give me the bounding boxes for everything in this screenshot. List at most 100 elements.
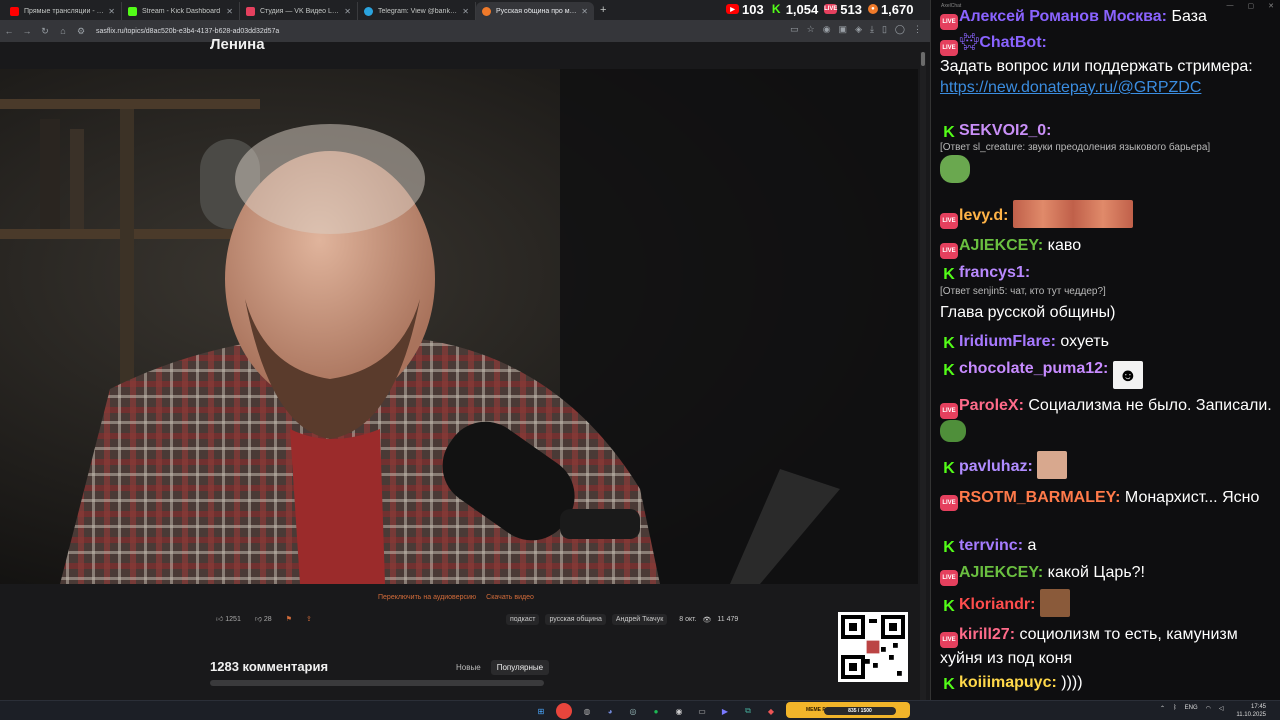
bluetooth-icon[interactable]: ᛒ <box>1173 705 1177 712</box>
sort-new-button[interactable]: Новые <box>450 660 487 675</box>
pepe-emote <box>940 420 966 442</box>
chrome-icon[interactable] <box>556 703 572 719</box>
close-icon[interactable]: ✕ <box>226 7 233 16</box>
app-icon[interactable]: ◆ <box>763 703 779 719</box>
volume-icon[interactable]: ◁ <box>1219 705 1224 712</box>
close-icon[interactable]: ✕ <box>581 7 588 16</box>
tab-vk[interactable]: Студия — VK Видео Live ✕ <box>240 2 358 20</box>
windows-start-icon[interactable]: ⊞ <box>533 703 549 719</box>
tab-youtube[interactable]: Прямые трансляции - YouTube✕ <box>4 2 122 20</box>
chat-username: IridiumFlare: <box>959 333 1056 350</box>
chat-message: Kfrancys1: [Ответ senjin5: чат, кто тут … <box>940 262 1274 323</box>
back-icon[interactable]: ← <box>0 26 18 36</box>
close-icon[interactable]: ✕ <box>108 7 115 16</box>
app-icon[interactable]: ◍ <box>579 703 595 719</box>
video-player[interactable] <box>0 69 918 584</box>
close-icon[interactable]: ✕ <box>462 7 469 16</box>
download-icon[interactable]: ⤓ <box>870 24 874 35</box>
chat-message: LIVE levy.d: <box>940 200 1274 229</box>
like-count: 1251 <box>225 616 241 623</box>
tab-label: Прямые трансляции - YouTube <box>24 7 105 15</box>
chat-message: K SEKVOI2_0: [Ответ sl_creature: звуки пр… <box>940 120 1274 183</box>
chat-message: Kpavluhaz: <box>940 451 1274 479</box>
tab-label: Студия — VK Видео Live <box>260 7 341 15</box>
robot-icon: 👾︎ <box>959 34 980 51</box>
youtube-icon: ▶ <box>726 4 739 14</box>
bookmark-star-icon[interactable]: ☆ <box>807 24 815 35</box>
live-icon: LIVE <box>940 40 958 56</box>
extension-icon[interactable]: ▣ <box>839 24 848 35</box>
wifi-icon[interactable]: ◠ <box>1206 705 1211 712</box>
meme-party-widget: MEME PARTY 835 / 1500 <box>786 702 910 718</box>
qr-code <box>838 612 908 682</box>
new-tab-button[interactable]: + <box>600 4 606 16</box>
donate-link[interactable]: https://new.donatepay.ru/@GRPZDC <box>940 79 1201 96</box>
chat-text: а <box>1023 537 1037 554</box>
chat-text: каво <box>1043 237 1082 254</box>
steam-icon[interactable]: ◎ <box>625 703 641 719</box>
chat-username: kirill27: <box>959 626 1016 643</box>
kick-icon: K <box>943 266 955 283</box>
bookmark-button[interactable]: ⚑ <box>286 615 292 623</box>
chat-username: pavluhaz: <box>959 458 1033 475</box>
vk-viewers: LIVE 513 <box>824 2 862 17</box>
tab-label: Telegram: View @banksta <box>378 7 459 15</box>
chat-username: Алексей Романов Москва: <box>959 8 1168 25</box>
menu-icon[interactable]: ⋮ <box>913 24 922 35</box>
scrollbar-thumb[interactable] <box>921 52 925 66</box>
meme-progress-text: 835 / 1500 <box>848 708 872 714</box>
face-emote-strip <box>1012 200 1133 228</box>
thumbs-down-icon: 👎︎ <box>254 616 264 623</box>
chat-message: LIVE RSOTM_BARMALEY: Монархист... Ясно <box>940 487 1274 511</box>
discord-icon[interactable]: ◕ <box>602 703 618 719</box>
language-indicator[interactable]: ENG <box>1185 705 1198 712</box>
dislike-button[interactable]: 👎︎ 28 <box>255 614 272 623</box>
cast-icon[interactable]: ▭ <box>790 24 799 35</box>
reload-icon[interactable]: ↻ <box>36 26 54 37</box>
share-button[interactable]: ⇪ <box>306 615 312 623</box>
clock-date: 11.10.2025 <box>1236 712 1266 718</box>
chat-username: ParoleX: <box>959 397 1024 414</box>
live-icon: LIVE <box>940 632 958 648</box>
url-field[interactable]: sasflix.ru/topics/d8ac520b-e3b4-4137-b62… <box>96 28 279 35</box>
spotify-icon[interactable]: ● <box>648 703 664 719</box>
taskbar-apps: ⊞ ◍ ◕ ◎ ● ◉ ▭ ▶ ⧉ ◆ <box>533 703 779 719</box>
chat-message: LIVE 👾︎ChatBot: Задать вопрос или поддерж… <box>940 32 1274 98</box>
tab-kick[interactable]: Stream - Kick Dashboard ✕ <box>122 2 240 20</box>
smile-emote: ☻ <box>1112 361 1143 389</box>
home-icon[interactable]: ⌂ <box>54 26 72 36</box>
chevron-up-icon[interactable]: ⌃ <box>1160 705 1165 712</box>
profile-icon[interactable]: ◯ <box>895 24 905 35</box>
app-icon[interactable]: ▭ <box>694 703 710 719</box>
app-icon[interactable]: ⧉ <box>740 703 756 719</box>
switch-audio-link[interactable]: Переключить на аудиоверсию <box>378 594 476 601</box>
obs-icon[interactable]: ◉ <box>671 703 687 719</box>
comment-input-bar[interactable] <box>210 680 544 686</box>
tag-item[interactable]: подкаст <box>506 614 540 625</box>
clock[interactable]: 17:45 11.10.2025 <box>1236 703 1266 719</box>
video-actions: 👍︎ 1251 👎︎ 28 ⚑ ⇪ <box>216 614 312 624</box>
video-frame <box>0 69 918 584</box>
chat-text: Глава русской общины) <box>940 304 1116 321</box>
extension-icon[interactable]: ◉ <box>823 24 831 35</box>
sort-popular-button[interactable]: Популярные <box>490 660 550 675</box>
chat-text: Социализма не было. Записали. <box>1023 397 1272 414</box>
page-scrollbar[interactable] <box>920 52 926 702</box>
tab-active-page[interactable]: Русская община про мигр... ✕ <box>476 2 594 20</box>
tab-telegram[interactable]: Telegram: View @banksta ✕ <box>358 2 476 20</box>
chat-username: RSOTM_BARMALEY: <box>959 489 1121 506</box>
download-video-link[interactable]: Скачать видео <box>486 594 534 601</box>
face-emote <box>1039 589 1070 617</box>
chat-text: )))) <box>1056 674 1083 691</box>
site-info-icon[interactable]: ⚙ <box>72 26 90 37</box>
sidepanel-icon[interactable]: ▯ <box>882 24 887 35</box>
chat-username: koiiimapuyc: <box>959 674 1057 691</box>
tag-item[interactable]: Андрей Ткачук <box>611 614 668 625</box>
chat-reply-quote: [Ответ senjin5: чат, кто тут чеддер?] <box>940 286 1106 297</box>
like-button[interactable]: 👍︎ 1251 <box>216 614 241 623</box>
extension-icon[interactable]: ◈ <box>855 24 862 35</box>
app-icon[interactable]: ▶ <box>717 703 733 719</box>
tag-item[interactable]: русская община <box>545 614 606 625</box>
close-icon[interactable]: ✕ <box>344 7 351 16</box>
forward-icon[interactable]: → <box>18 26 36 36</box>
